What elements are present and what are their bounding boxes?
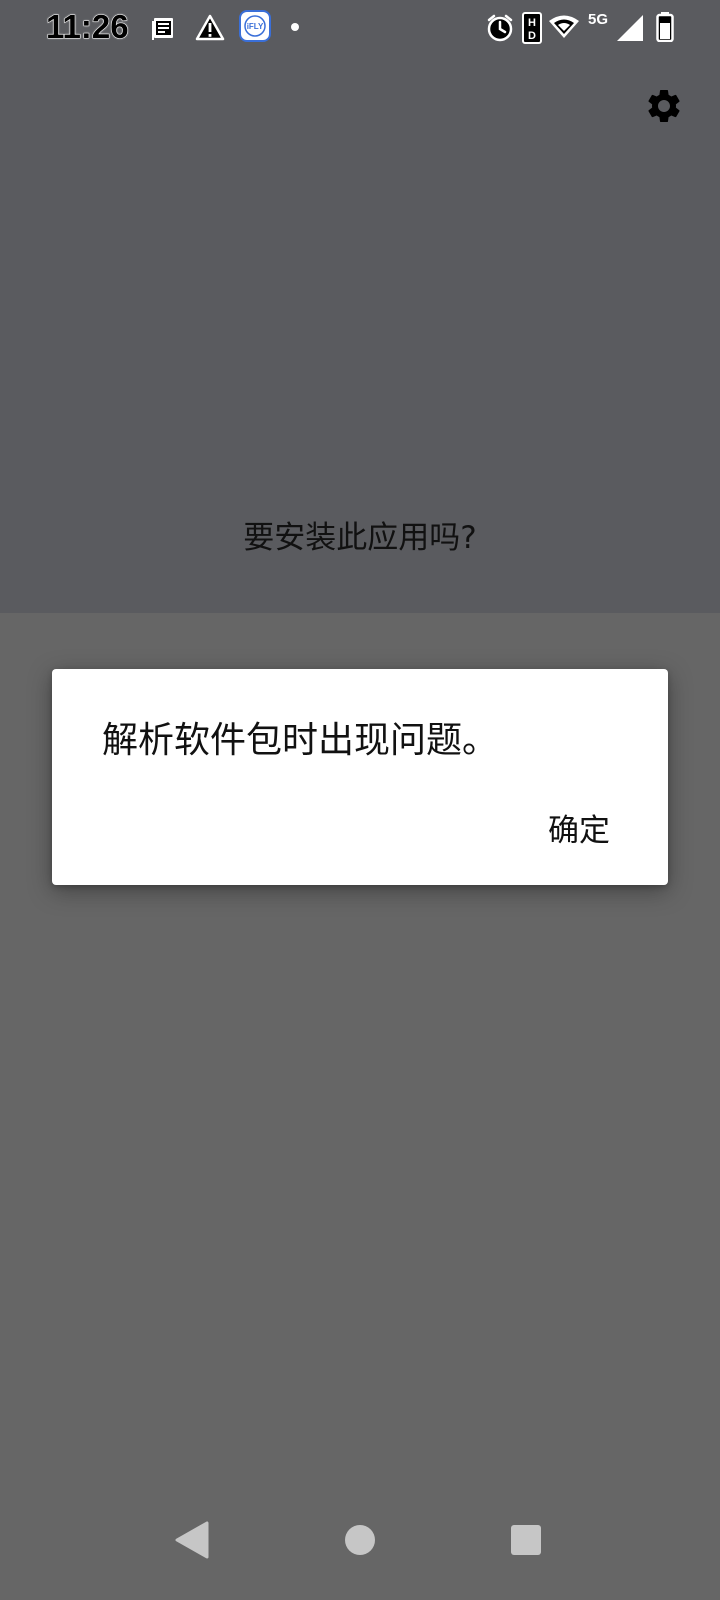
wifi-icon [549,15,579,38]
signal-icon [617,15,643,41]
error-dialog: 解析软件包时出现问题。 确定 [52,669,668,885]
ifly-label: iFLY [247,22,264,31]
battery-icon [656,12,674,42]
status-bar: 11:26 iFLY H D 5G [0,0,720,56]
alarm-icon [487,14,513,42]
notes-icon [152,18,173,40]
status-time: 11:26 [46,8,130,46]
svg-text:H: H [528,17,536,29]
warning-icon [195,14,225,41]
dialog-message: 解析软件包时出现问题。 [102,720,499,761]
back-icon[interactable] [174,1520,210,1560]
gear-icon[interactable] [644,86,684,126]
hd-icon: H D [522,12,542,44]
install-question: 要安装此应用吗? [243,520,477,556]
svg-text:D: D [528,30,536,42]
ifly-app-icon: iFLY [239,10,271,42]
ok-button[interactable]: 确定 [548,805,610,850]
network-type-label: 5G [588,11,609,28]
dot-icon [291,23,299,31]
recents-icon[interactable] [510,1524,542,1556]
navigation-bar [0,1510,720,1590]
home-icon[interactable] [344,1524,376,1556]
